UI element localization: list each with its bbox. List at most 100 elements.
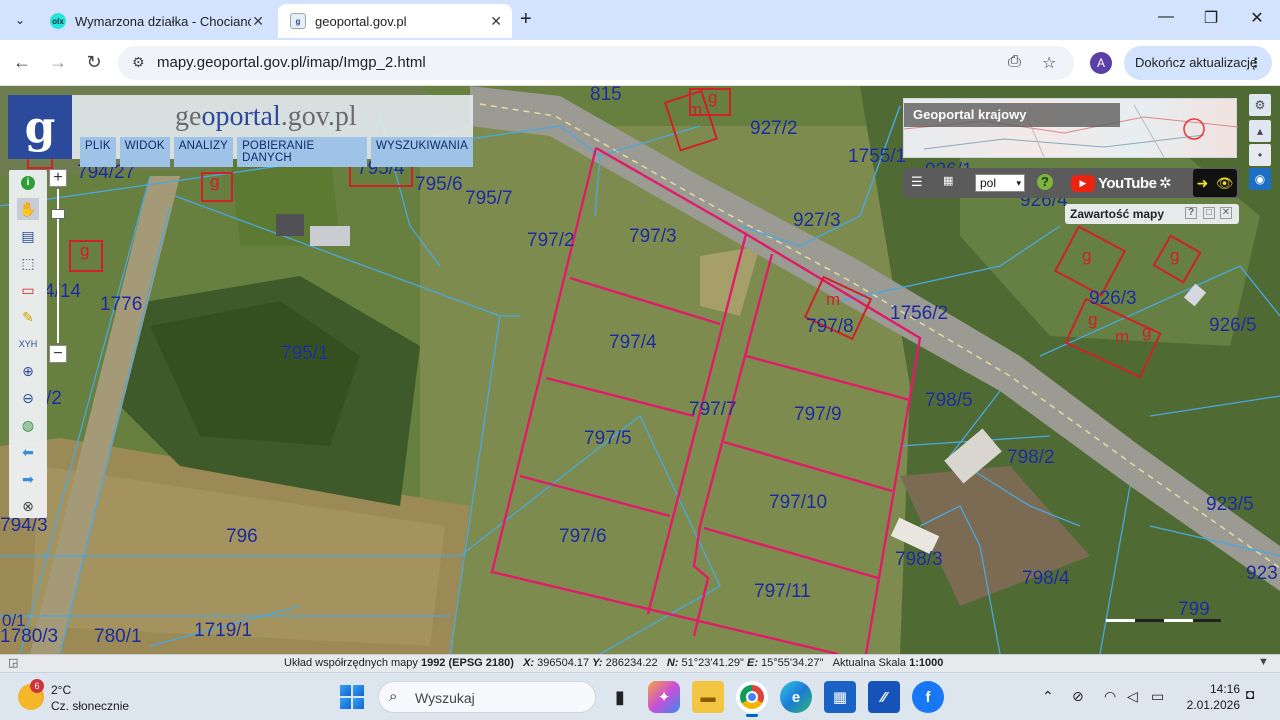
new-tab-button[interactable]: +	[520, 8, 532, 31]
tray-expand-icon[interactable]: ⌃	[1042, 688, 1054, 705]
menu-wyszukiwania[interactable]: WYSZUKIWANIA	[370, 137, 473, 167]
update-label: Dokończ aktualizację	[1135, 55, 1258, 70]
tab-close-icon[interactable]: ✕	[490, 13, 502, 30]
language-select[interactable]: pol ▾	[975, 174, 1025, 192]
maximize-icon[interactable]: □	[1203, 207, 1215, 219]
copilot-icon[interactable]: ✦	[648, 681, 680, 713]
help-icon[interactable]: ?	[1185, 207, 1197, 219]
next-view-icon[interactable]: ➡	[17, 468, 39, 490]
search-placeholder: Wyszukaj	[415, 690, 475, 706]
parcel-label: 798/3	[895, 549, 943, 570]
building-label: g	[1082, 246, 1092, 265]
store-icon[interactable]: ▦	[824, 681, 856, 713]
tab-search-button[interactable]: ⌄	[8, 8, 32, 32]
restore-button[interactable]: ❐	[1199, 8, 1223, 28]
profile-avatar[interactable]: A	[1090, 52, 1112, 74]
accessibility-icon[interactable]: ✲	[1159, 174, 1172, 192]
bookmark-star-icon[interactable]: ☆	[1042, 53, 1056, 73]
menu-plik[interactable]: PLIK	[80, 137, 116, 167]
tab-strip: ⌄ olx Wymarzona działka - Chocianó ✕ g g…	[0, 0, 1280, 40]
reload-button[interactable]: ↻	[82, 52, 106, 73]
zoom-slider[interactable]: + −	[49, 169, 69, 365]
parcel-label: 797/4	[609, 332, 657, 353]
geoportal-krajowy-panel[interactable]: Geoportal krajowy	[903, 98, 1238, 158]
xyz-coordinates-icon[interactable]: XYH	[17, 333, 39, 355]
taskbar-search[interactable]: ⌕ Wyszukaj	[378, 681, 596, 713]
brand-text: portal	[215, 101, 281, 132]
building-label: g	[1088, 310, 1098, 329]
previous-view-icon[interactable]: ⬅	[17, 441, 39, 463]
clear-icon[interactable]: ⊗	[17, 495, 39, 517]
more-menu-icon[interactable]: ⋮	[1249, 46, 1262, 80]
map-resize-icon[interactable]: ◲	[8, 656, 18, 669]
minimize-button[interactable]: —	[1154, 8, 1178, 26]
tab-geoportal[interactable]: g geoportal.gov.pl ✕	[278, 4, 512, 38]
forward-button[interactable]: →	[46, 52, 70, 73]
pan-hand-icon[interactable]: ✋	[17, 198, 39, 220]
select-area-icon[interactable]: ⬚	[17, 252, 39, 274]
geoportal-logo-icon[interactable]: g	[8, 95, 72, 159]
eye-view-icon[interactable]: ◉	[1249, 168, 1271, 190]
clock[interactable]: 14:16 2.01.2026	[1180, 681, 1240, 713]
app-icon[interactable]: ⁄⁄	[868, 681, 900, 713]
file-explorer-icon[interactable]: ▬	[692, 681, 724, 713]
menu-pobieranie-danych[interactable]: POBIERANIE DANYCH	[237, 137, 367, 167]
pencil-icon[interactable]: ✎	[17, 306, 39, 328]
address-bar[interactable]: ⚙ mapy.geoportal.gov.pl/imap/Imgp_2.html…	[118, 46, 1074, 80]
settings-gear-icon[interactable]: ⚙	[1249, 94, 1271, 116]
e-value: 15°55'34.27"	[761, 657, 824, 669]
task-view-icon[interactable]: ▮	[604, 681, 636, 713]
zoom-out-icon[interactable]: ⊖	[17, 387, 39, 409]
dot-icon[interactable]: •	[1249, 144, 1271, 166]
edge-icon[interactable]: e	[780, 681, 812, 713]
zoom-in-icon[interactable]: ⊕	[17, 360, 39, 382]
volume-icon[interactable]: ◁	[1127, 688, 1138, 705]
arrow-up-icon[interactable]: ▴	[1249, 120, 1271, 142]
info-icon[interactable]: i	[17, 172, 39, 194]
close-window-button[interactable]: ✕	[1245, 8, 1269, 28]
wms-icon[interactable]: ▦	[943, 174, 953, 187]
help-icon[interactable]: ?	[1037, 174, 1053, 190]
zoom-minus-button[interactable]: −	[49, 345, 67, 363]
tab-olx[interactable]: olx Wymarzona działka - Chocianó ✕	[38, 4, 274, 38]
contrast-toggle[interactable]: ➜ 👁	[1193, 169, 1237, 197]
parcel-label: /2	[46, 388, 62, 409]
close-icon[interactable]: ✕	[1220, 207, 1232, 219]
weather-widget[interactable]: 6 2°C Cz. słonecznie	[18, 679, 148, 716]
back-button[interactable]: ←	[10, 52, 34, 73]
collapse-icon[interactable]: ▼	[1258, 656, 1269, 668]
zoom-plus-button[interactable]: +	[49, 169, 67, 187]
zoom-slider-handle[interactable]	[51, 209, 65, 219]
facebook-icon[interactable]: f	[912, 681, 944, 713]
layers-list-icon[interactable]: ▤	[17, 225, 39, 247]
install-app-icon[interactable]: ⎙	[1008, 53, 1021, 71]
globe-icon[interactable]: ◍	[17, 414, 39, 436]
address-url[interactable]: mapy.geoportal.gov.pl/imap/Imgp_2.html	[157, 54, 426, 71]
building-label: g	[1170, 246, 1180, 265]
windows-start-icon[interactable]	[340, 685, 364, 709]
scale-label: Aktualna Skala	[832, 657, 907, 669]
geoportal-brand: geoportal.gov.pl	[175, 101, 357, 133]
y-value: 286234.22	[605, 657, 658, 669]
map-contents-panel[interactable]: Zawartość mapy ? □ ✕	[1065, 204, 1239, 224]
legend-icon[interactable]: ☰	[911, 174, 923, 190]
geoportal-menu: PLIK WIDOK ANALIZY POBIERANIE DANYCH WYS…	[80, 137, 473, 167]
network-off-icon[interactable]: ⊘	[1072, 688, 1084, 705]
menu-widok[interactable]: WIDOK	[119, 137, 170, 167]
wifi-icon[interactable]: ◠	[1104, 688, 1116, 705]
parcel-label: 1776	[100, 294, 143, 315]
update-button[interactable]: Dokończ aktualizację ⋮	[1124, 46, 1272, 80]
youtube-link[interactable]: ▶ YouTube	[1071, 174, 1157, 192]
battery-icon[interactable]: ▭	[1151, 688, 1164, 705]
menu-analizy[interactable]: ANALIZY	[173, 137, 234, 167]
tab-close-icon[interactable]: ✕	[252, 13, 264, 30]
scale-value: 1:1000	[909, 657, 944, 669]
select-object-icon[interactable]: ▭	[17, 279, 39, 301]
geoportal-krajowy-title: Geoportal krajowy	[904, 103, 1120, 127]
map-tools-panel: i ✋ ▤ ⬚ ▭ ✎ XYH ⊕ ⊖ ◍ ⬅ ➡ ⊗	[9, 170, 47, 518]
parcel-label: 797/10	[769, 492, 828, 513]
notifications-icon[interactable]: ◘	[1246, 686, 1254, 702]
chrome-icon[interactable]	[736, 681, 768, 717]
site-info-icon[interactable]: ⚙	[132, 54, 145, 71]
map-viewport[interactable]: 815 927/2 1755/1 926/1 926/4 794/27 795/…	[0, 86, 1280, 654]
